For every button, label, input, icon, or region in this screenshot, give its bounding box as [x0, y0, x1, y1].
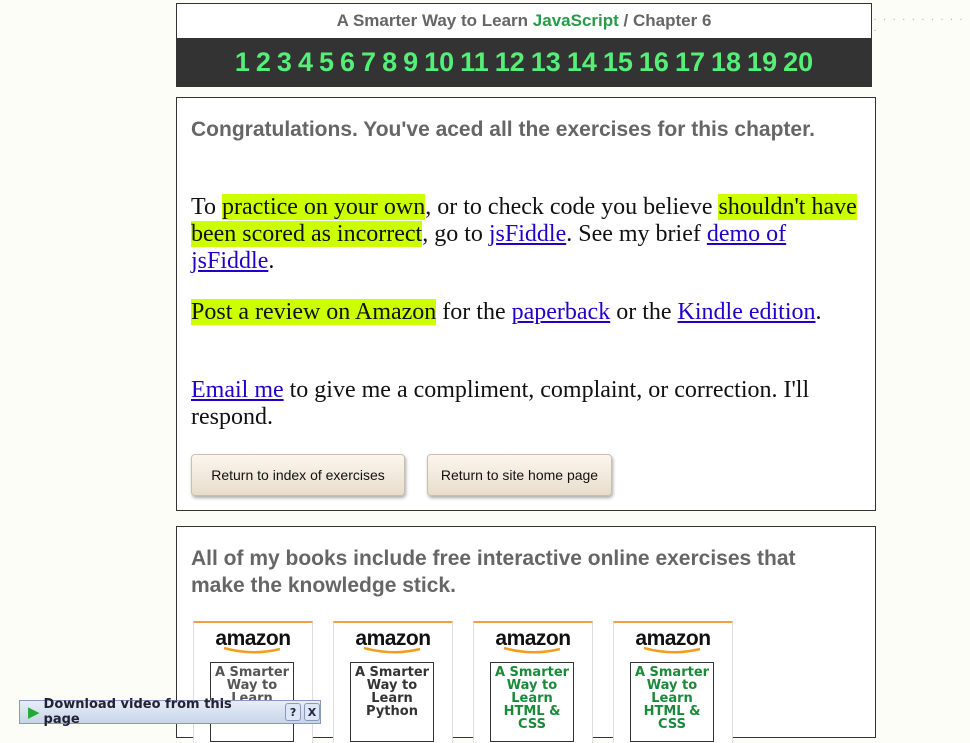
amazon-logo: amazon	[495, 627, 571, 650]
chapter-link[interactable]: 2	[256, 47, 271, 78]
paperback-link[interactable]: paperback	[512, 299, 611, 325]
header: A Smarter Way to Learn JavaScript / Chap…	[176, 3, 872, 87]
chapter-link[interactable]: 18	[711, 47, 741, 78]
chapter-link[interactable]: 15	[603, 47, 633, 78]
close-icon[interactable]: X	[304, 703, 320, 721]
chapter-link[interactable]: 3	[277, 47, 292, 78]
chapter-link[interactable]: 1	[235, 47, 250, 78]
chapter-link[interactable]: 10	[424, 47, 454, 78]
chapter-link[interactable]: 13	[531, 47, 561, 78]
chapter-link[interactable]: 16	[639, 47, 669, 78]
chapter-link[interactable]: 11	[460, 47, 489, 78]
download-video-label[interactable]: Download video from this page	[44, 697, 272, 727]
books-heading: All of my books include free interactive…	[191, 547, 796, 597]
chapter-link[interactable]: 19	[747, 47, 777, 78]
book-cover: A Smarter Way to Learn HTML & CSS	[630, 662, 714, 742]
book-cover: A Smarter Way to Learn Python	[350, 662, 434, 742]
results-panel: Congratulations. You've aced all the exe…	[176, 97, 876, 511]
play-icon: ▶	[28, 703, 40, 721]
page-title: A Smarter Way to Learn JavaScript / Chap…	[336, 11, 712, 30]
jsfiddle-link[interactable]: jsFiddle	[489, 221, 566, 247]
chapter-nav: 1 2 3 4 5 6 7 8 9 10 11 12 13 14 15 16 17 18 19 20	[177, 38, 871, 86]
amazon-logo: amazon	[355, 627, 431, 650]
return-index-button[interactable]: Return to index of exercises	[191, 454, 405, 496]
chapter-link[interactable]: 12	[495, 47, 525, 78]
amazon-logo: amazon	[215, 627, 291, 650]
help-icon[interactable]: ?	[285, 703, 302, 721]
kindle-link[interactable]: Kindle edition	[678, 299, 816, 325]
review-paragraph: Post a review on Amazon for the paperbac…	[191, 299, 822, 325]
chapter-link[interactable]: 5	[319, 47, 334, 78]
return-home-button[interactable]: Return to site home page	[427, 454, 612, 496]
congrats-heading: Congratulations. You've aced all the exe…	[191, 118, 815, 141]
practice-paragraph: To practice on your own, or to check cod…	[191, 194, 857, 274]
chapter-link[interactable]: 20	[783, 47, 813, 78]
chapter-link[interactable]: 6	[340, 47, 355, 78]
book-card[interactable]: amazon A Smarter Way to Learn HTML & CSS	[613, 621, 733, 743]
book-card[interactable]: amazon A Smarter Way to Learn Python	[333, 621, 453, 743]
book-cover: A Smarter Way to Learn HTML & CSS	[490, 662, 574, 742]
download-video-bar[interactable]: ▶ Download video from this page ? X	[19, 697, 321, 727]
chapter-link[interactable]: 9	[403, 47, 418, 78]
email-link[interactable]: Email me	[191, 377, 284, 403]
chapter-link[interactable]: 17	[675, 47, 705, 78]
chapter-link[interactable]: 8	[382, 47, 397, 78]
chapter-link[interactable]: 4	[298, 47, 313, 78]
amazon-logo: amazon	[635, 627, 711, 650]
chapter-link[interactable]: 7	[361, 47, 376, 78]
book-card[interactable]: amazon A Smarter Way to Learn HTML & CSS	[473, 621, 593, 743]
email-paragraph: Email me to give me a compliment, compla…	[191, 377, 810, 430]
chapter-link[interactable]: 14	[567, 47, 597, 78]
